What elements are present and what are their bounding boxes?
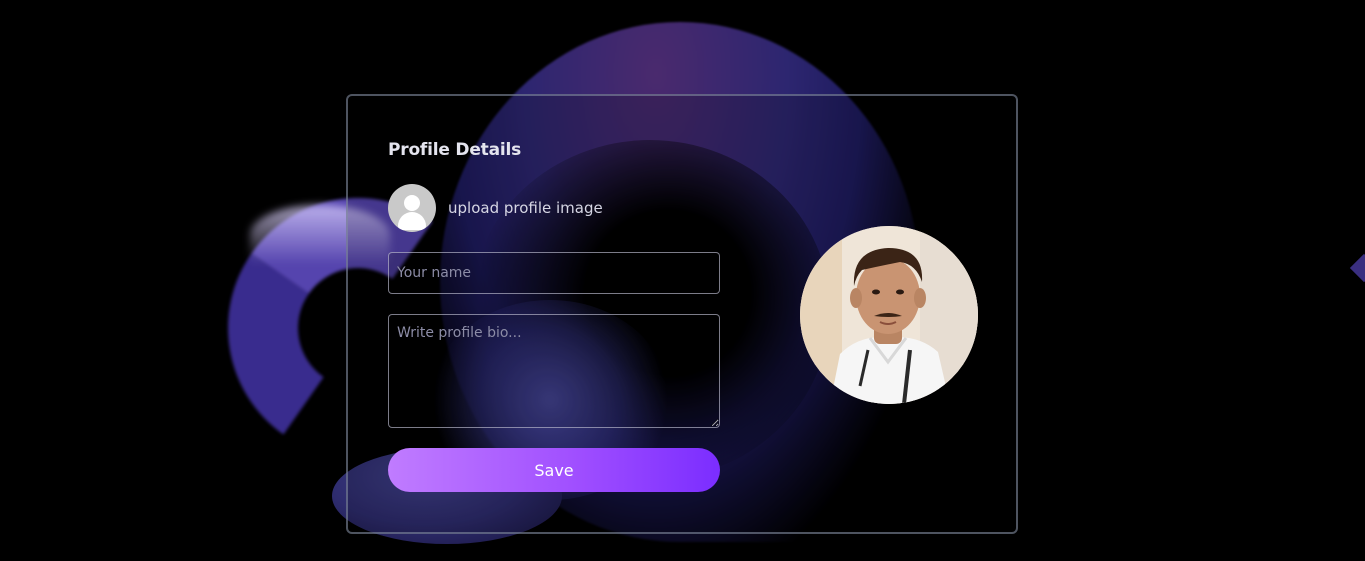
name-input[interactable] xyxy=(388,252,720,294)
background-shape-edge xyxy=(1349,253,1365,283)
user-silhouette-icon xyxy=(388,184,436,232)
profile-card: Profile Details upload profile image Sav… xyxy=(346,94,1018,534)
page-title: Profile Details xyxy=(388,140,522,160)
page-background: Profile Details upload profile image Sav… xyxy=(0,0,1365,561)
upload-label: upload profile image xyxy=(448,199,603,217)
upload-profile-image-button[interactable]: upload profile image xyxy=(388,184,603,232)
save-button[interactable]: Save xyxy=(388,448,720,492)
profile-photo xyxy=(800,226,978,404)
bio-textarea[interactable] xyxy=(388,314,720,428)
